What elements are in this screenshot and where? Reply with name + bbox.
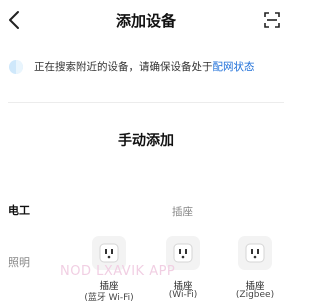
socket-icon [173,243,193,263]
group-label-socket: 插座 [172,206,193,218]
divider [8,102,284,103]
header: 添加设备 [0,0,292,40]
searching-indicator-icon [9,60,23,74]
search-tip: 正在搜索附近的设备，请确保设备处于配网状态 [8,58,288,76]
page-title: 添加设备 [115,12,176,30]
socket-icon [99,243,119,263]
device-protocol: (Wi-Fi) [168,290,198,300]
search-tip-text: 正在搜索附近的设备，请确保设备处于配网状态 [34,59,255,74]
device-protocol: (蓝牙 Wi-Fi) [84,293,134,303]
category-lighting[interactable]: 照明 [8,254,30,270]
pairing-mode-link[interactable]: 配网状态 [213,61,255,73]
device-protocol: (Zigbee) [235,290,275,300]
search-tip-message: 正在搜索附近的设备，请确保设备处于 [34,61,213,73]
manual-add-title: 手动添加 [118,133,174,149]
device-socket-zigbee[interactable]: 插座 (Zigbee) [226,236,290,300]
watermark: NOD LXAVIK APP [60,264,176,279]
scan-icon[interactable] [264,12,280,28]
category-electrician[interactable]: 电工 [8,202,30,218]
socket-icon [245,243,265,263]
